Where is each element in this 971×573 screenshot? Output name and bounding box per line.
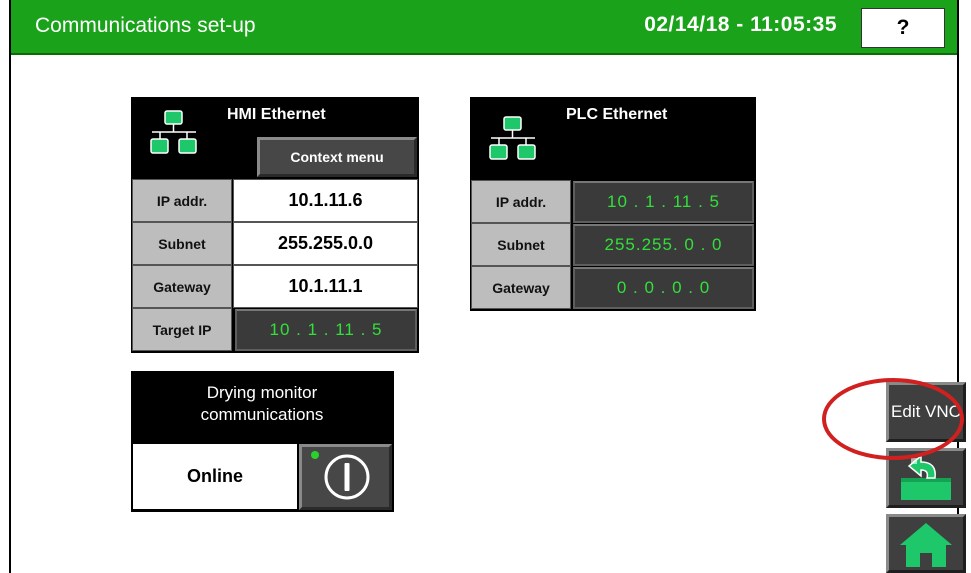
hmi-target-ip-field[interactable]: 10 . 1 . 11 . 5	[235, 309, 417, 351]
home-icon	[900, 522, 952, 567]
drying-monitor-panel: Drying monitor communications Online	[131, 371, 394, 512]
hmi-subnet-value: 255.255.0.0	[233, 222, 418, 265]
plc-subnet-field[interactable]: 255.255. 0 . 0	[573, 224, 754, 266]
power-icon	[324, 454, 370, 500]
drying-monitor-status: Online	[133, 444, 297, 509]
title-bar: Communications set-up 02/14/18 - 11:05:3…	[11, 0, 957, 55]
edit-vnc-label: Edit VNC	[891, 402, 961, 421]
hmi-ip-value: 10.1.11.6	[233, 179, 418, 222]
hmi-gateway-label: Gateway	[132, 265, 232, 308]
network-icon	[489, 116, 536, 160]
hmi-gateway-value: 10.1.11.1	[233, 265, 418, 308]
plc-subnet-label: Subnet	[471, 223, 571, 266]
plc-gateway-label: Gateway	[471, 266, 571, 309]
home-button[interactable]	[886, 514, 966, 573]
edit-vnc-button[interactable]: Edit VNC	[886, 382, 966, 442]
plc-ethernet-title: PLC Ethernet	[566, 106, 668, 123]
datetime-display: 02/14/18 - 11:05:35	[644, 13, 837, 36]
return-button[interactable]	[886, 448, 966, 508]
plc-ip-field[interactable]: 10 . 1 . 11 . 5	[573, 181, 754, 223]
hmi-subnet-label: Subnet	[132, 222, 232, 265]
plc-ip-label: IP addr.	[471, 180, 571, 223]
return-arrow-icon	[901, 454, 951, 500]
hmi-ip-label: IP addr.	[132, 179, 232, 222]
plc-gateway-field[interactable]: 0 . 0 . 0 . 0	[573, 267, 754, 309]
page-title: Communications set-up	[35, 14, 256, 37]
power-toggle-button[interactable]	[299, 444, 392, 510]
status-indicator-light	[311, 451, 319, 459]
hmi-target-ip-label: Target IP	[132, 308, 232, 351]
help-button[interactable]: ?	[861, 8, 945, 48]
hmi-ethernet-title: HMI Ethernet	[227, 106, 326, 123]
network-icon	[150, 110, 197, 154]
drying-monitor-title: Drying monitor communications	[200, 383, 324, 424]
context-menu-button[interactable]: Context menu	[257, 137, 417, 177]
plc-ethernet-panel: PLC Ethernet IP addr. 10 . 1 . 11 . 5 Su…	[470, 97, 756, 311]
hmi-ethernet-panel: HMI Ethernet Context menu IP addr. 10.1.…	[131, 97, 419, 353]
